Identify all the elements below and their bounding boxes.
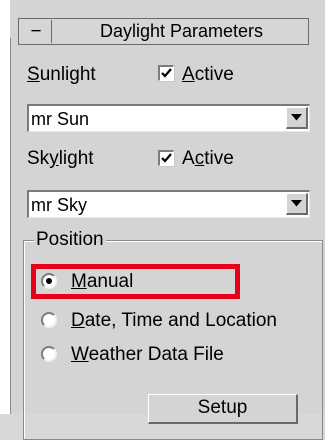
skylight-label-rest: light (58, 148, 94, 169)
sunlight-active-rest: ctive (194, 64, 234, 85)
skylight-active-hotkey: c (194, 148, 205, 169)
skylight-label-hotkey: y (49, 148, 59, 169)
date-time-location-label[interactable]: Date, Time and Location (71, 310, 277, 332)
sunlight-type-dropdown[interactable]: mr Sun (27, 104, 310, 132)
sunlight-active-checkbox[interactable] (158, 65, 174, 81)
sunlight-dropdown-button[interactable] (286, 107, 308, 129)
skylight-active-label[interactable]: Active (182, 148, 234, 170)
sunlight-label-hotkey: S (27, 64, 40, 85)
skylight-label-prefix: Sk (27, 148, 50, 169)
panel-rail-line (10, 38, 11, 414)
date-time-location-rest: ate, Time and Location (84, 310, 277, 331)
sunlight-active-label[interactable]: Active (182, 64, 234, 86)
setup-button[interactable]: Setup (148, 394, 298, 424)
sunlight-active-hotkey: A (182, 64, 195, 85)
weather-data-file-radio[interactable] (41, 346, 57, 362)
date-time-location-radio[interactable] (41, 312, 57, 328)
viewport-edge (0, 0, 10, 414)
sunlight-label-rest: unlight (39, 64, 96, 85)
check-icon (161, 68, 172, 78)
skylight-active-prefix: A (182, 148, 195, 169)
daylight-parameters-rollout-header[interactable]: − Daylight Parameters (18, 18, 309, 45)
weather-data-file-label[interactable]: Weather Data File (71, 344, 224, 366)
skylight-active-rest: tive (204, 148, 234, 169)
skylight-type-dropdown[interactable]: mr Sky (27, 190, 310, 218)
sunlight-label: Sunlight (27, 64, 96, 86)
chevron-down-icon (291, 114, 302, 121)
annotation-highlight-box (31, 264, 240, 299)
weather-data-file-rest: eather Data File (88, 344, 224, 365)
date-time-location-hotkey: D (71, 310, 85, 331)
skylight-dropdown-button[interactable] (286, 193, 308, 215)
sunlight-dropdown-value: mr Sun (31, 109, 90, 129)
skylight-label: Skylight (27, 148, 94, 170)
position-group-title: Position (34, 229, 106, 251)
weather-data-file-hotkey: W (71, 344, 89, 365)
check-icon (161, 153, 172, 163)
chevron-down-icon (291, 200, 302, 207)
skylight-dropdown-value: mr Sky (31, 195, 87, 215)
skylight-active-checkbox[interactable] (158, 150, 174, 166)
rollout-title: Daylight Parameters (99, 21, 264, 41)
collapse-rollout-icon[interactable]: − (21, 20, 52, 43)
